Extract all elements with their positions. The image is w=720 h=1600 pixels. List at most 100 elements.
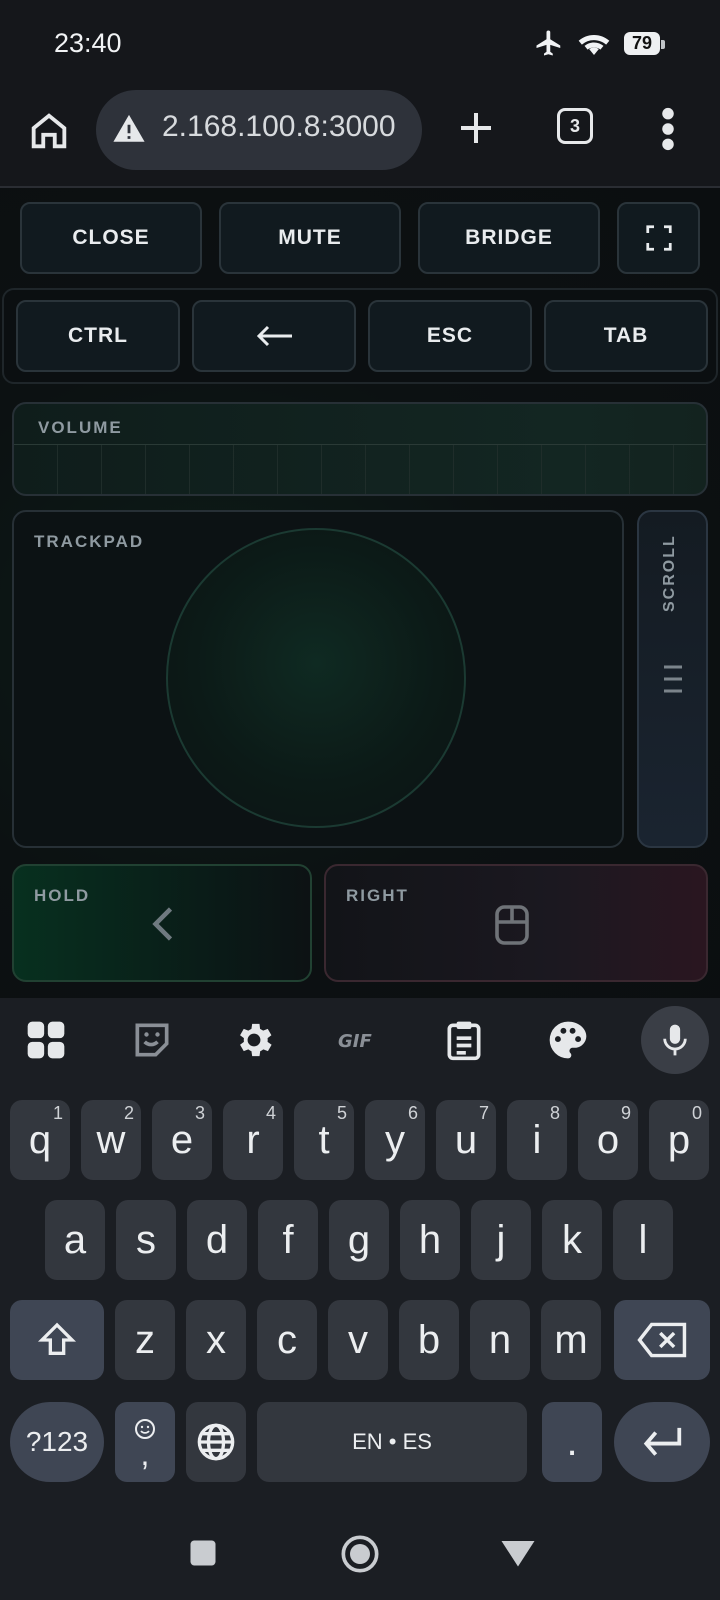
volume-slider[interactable]: VOLUME	[12, 402, 708, 496]
status-bar: 23:40 79	[0, 0, 720, 86]
key-j[interactable]: j	[471, 1200, 531, 1280]
url-text[interactable]: 2.168.100.8:3000	[162, 110, 396, 144]
symbols-key[interactable]: ?123	[10, 1402, 104, 1482]
gif-icon[interactable]: GIF	[336, 1018, 382, 1062]
key-s[interactable]: s	[116, 1200, 176, 1280]
key-t[interactable]: t5	[294, 1100, 354, 1180]
right-click-button[interactable]: RIGHT	[324, 864, 708, 982]
key-m[interactable]: m	[541, 1300, 601, 1380]
key-label: z	[135, 1317, 155, 1362]
globe-icon	[197, 1423, 235, 1461]
key-g[interactable]: g	[329, 1200, 389, 1280]
backspace-icon	[637, 1322, 687, 1358]
key-w[interactable]: w2	[81, 1100, 141, 1180]
mouse-icon	[495, 905, 529, 945]
key-label: m	[554, 1317, 588, 1362]
system-nav-bar	[0, 1514, 720, 1600]
key-v[interactable]: v	[328, 1300, 388, 1380]
recents-square-icon[interactable]	[188, 1538, 218, 1568]
backspace-key[interactable]	[614, 1300, 710, 1380]
key-q[interactable]: q1	[10, 1100, 70, 1180]
drag-handle-icon[interactable]	[663, 664, 683, 694]
key-a[interactable]: a	[45, 1200, 105, 1280]
hold-button[interactable]: HOLD	[12, 864, 312, 982]
period-key[interactable]: .	[542, 1402, 602, 1482]
key-label: w	[96, 1117, 126, 1162]
ctrl-button[interactable]: CTRL	[16, 300, 180, 372]
trackpad-area[interactable]: TRACKPAD	[12, 510, 624, 848]
key-o[interactable]: o9	[578, 1100, 638, 1180]
key-label: ?123	[25, 1426, 89, 1457]
tab-switcher-button[interactable]: 3	[557, 108, 593, 144]
mute-button[interactable]: MUTE	[219, 202, 401, 274]
warning-icon[interactable]	[112, 112, 146, 146]
key-hint: 2	[123, 1103, 134, 1123]
key-r[interactable]: r4	[223, 1100, 283, 1180]
key-label: .	[566, 1419, 578, 1464]
key-i[interactable]: i8	[507, 1100, 567, 1180]
back-triangle-icon[interactable]	[500, 1538, 536, 1568]
key-label: b	[417, 1317, 441, 1362]
shift-arrow-icon	[37, 1322, 77, 1355]
key-label: s	[136, 1217, 156, 1262]
comma-emoji-key[interactable]: ,	[115, 1402, 175, 1482]
key-label: x	[206, 1317, 226, 1362]
address-bar[interactable]: 2.168.100.8:3000	[96, 90, 422, 170]
settings-gear-icon[interactable]	[232, 1018, 276, 1062]
key-d[interactable]: d	[187, 1200, 247, 1280]
home-icon[interactable]	[26, 108, 72, 154]
key-z[interactable]: z	[115, 1300, 175, 1380]
key-label: a	[63, 1217, 87, 1262]
battery-level: 79	[623, 31, 666, 55]
arrow-left-icon	[256, 325, 292, 347]
fullscreen-button[interactable]	[617, 202, 700, 274]
scroll-strip[interactable]: SCROLL	[637, 510, 708, 848]
more-vert-icon[interactable]	[656, 106, 680, 152]
key-l[interactable]: l	[613, 1200, 673, 1280]
apps-grid-icon[interactable]	[24, 1018, 68, 1062]
key-n[interactable]: n	[470, 1300, 530, 1380]
volume-label: VOLUME	[38, 418, 123, 437]
svg-text:GIF: GIF	[338, 1031, 372, 1052]
palette-icon[interactable]	[546, 1018, 590, 1062]
key-label: u	[454, 1117, 478, 1162]
key-y[interactable]: y6	[365, 1100, 425, 1180]
bridge-button[interactable]: BRIDGE	[418, 202, 600, 274]
backspace-button[interactable]	[192, 300, 356, 372]
shift-key[interactable]	[10, 1300, 104, 1380]
keyboard-toolbar: GIF	[0, 998, 720, 1086]
key-b[interactable]: b	[399, 1300, 459, 1380]
key-p[interactable]: p0	[649, 1100, 709, 1180]
clipboard-icon[interactable]	[442, 1018, 486, 1062]
modifier-row: CTRL ESC TAB	[2, 288, 718, 384]
key-label: EN • ES	[352, 1429, 432, 1454]
key-label: e	[170, 1117, 194, 1162]
key-label: l	[638, 1217, 648, 1262]
key-f[interactable]: f	[258, 1200, 318, 1280]
sticker-icon[interactable]	[130, 1018, 174, 1062]
key-x[interactable]: x	[186, 1300, 246, 1380]
trackpad-circle[interactable]	[166, 528, 466, 828]
key-label: r	[246, 1117, 260, 1162]
voice-input-button[interactable]	[641, 1006, 709, 1074]
language-key[interactable]	[186, 1402, 246, 1482]
key-label: q	[28, 1117, 52, 1162]
key-e[interactable]: e3	[152, 1100, 212, 1180]
volume-track[interactable]	[14, 444, 706, 494]
esc-button[interactable]: ESC	[368, 300, 532, 372]
key-label: c	[277, 1317, 297, 1362]
enter-key[interactable]	[614, 1402, 710, 1482]
close-button[interactable]: CLOSE	[20, 202, 202, 274]
key-k[interactable]: k	[542, 1200, 602, 1280]
space-key[interactable]: EN • ES	[257, 1402, 527, 1482]
key-label: v	[348, 1317, 368, 1362]
key-u[interactable]: u7	[436, 1100, 496, 1180]
key-c[interactable]: c	[257, 1300, 317, 1380]
plus-icon[interactable]	[456, 108, 496, 148]
key-h[interactable]: h	[400, 1200, 460, 1280]
wifi-icon	[578, 35, 610, 55]
home-circle-icon[interactable]	[340, 1534, 380, 1574]
key-hint: 8	[549, 1103, 560, 1123]
key-label: o	[596, 1117, 620, 1162]
tab-button[interactable]: TAB	[544, 300, 708, 372]
